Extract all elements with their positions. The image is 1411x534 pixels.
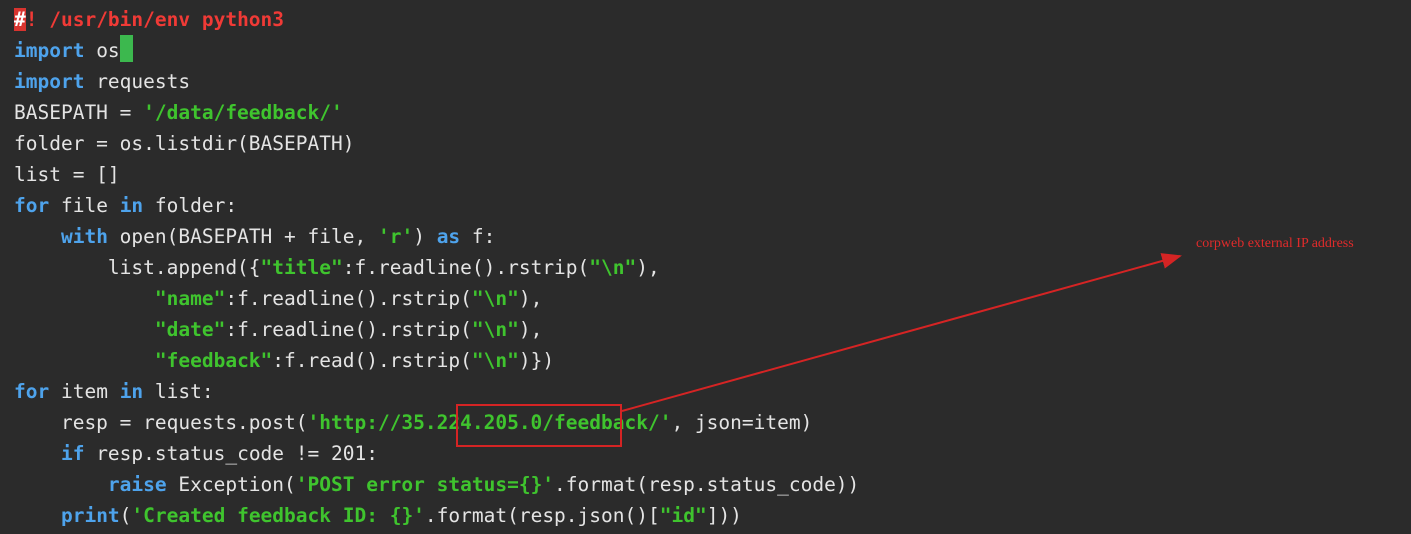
code-line: print('Created feedback ID: {}'.format(r… xyxy=(14,500,859,531)
annotation-label: corpweb external IP address xyxy=(1196,236,1354,251)
code-line: folder = os.listdir(BASEPATH) xyxy=(14,128,859,159)
code-line: import requests xyxy=(14,66,859,97)
code-line: list.append({"title":f.readline().rstrip… xyxy=(14,252,859,283)
code-token: "name" xyxy=(154,287,226,310)
code-token: :f.readline().rstrip( xyxy=(342,256,590,279)
code-line: "date":f.readline().rstrip("\n"), xyxy=(14,314,859,345)
code-token: file xyxy=(49,194,120,217)
code-token: "date" xyxy=(154,318,226,341)
code-line: #! /usr/bin/env python3 xyxy=(14,4,859,35)
code-token: import xyxy=(14,70,85,93)
ip-highlight-box xyxy=(456,404,622,447)
code-line: list = [] xyxy=(14,159,859,190)
code-token: open(BASEPATH + file, xyxy=(107,225,378,248)
code-token: resp = requests.post( xyxy=(14,411,308,434)
code-token: ) xyxy=(413,225,437,248)
code-token: "\n" xyxy=(471,287,519,310)
code-token: , json=item) xyxy=(671,411,813,434)
code-token: list = [] xyxy=(14,163,120,186)
code-token: .format(resp.status_code)) xyxy=(554,473,860,496)
code-token: print xyxy=(60,504,120,527)
code-token: folder = os.listdir(BASEPATH) xyxy=(14,132,355,155)
code-line: with open(BASEPATH + file, 'r') as f: xyxy=(14,221,859,252)
code-token: in xyxy=(119,380,144,403)
code-token: :f.read().rstrip( xyxy=(272,349,472,372)
code-token: )}) xyxy=(518,349,555,372)
code-token: "\n" xyxy=(471,349,519,372)
code-token: with xyxy=(60,225,108,248)
code-token: for xyxy=(14,380,50,403)
code-token: for xyxy=(14,194,50,217)
code-line: BASEPATH = '/data/feedback/' xyxy=(14,97,859,128)
code-token: list.append({ xyxy=(14,256,261,279)
code-line: if resp.status_code != 201: xyxy=(14,438,859,469)
code-token: BASEPATH = xyxy=(14,101,144,124)
code-line: resp = requests.post('http://35.224.205.… xyxy=(14,407,859,438)
code-token: ])) xyxy=(706,504,742,527)
code-token: :f.readline().rstrip( xyxy=(225,318,472,341)
code-token: folder: xyxy=(143,194,238,217)
code-line: for item in list: xyxy=(14,376,859,407)
code-token: ), xyxy=(636,256,660,279)
code-token: "feedback" xyxy=(154,349,273,372)
code-token: 'r' xyxy=(377,225,414,248)
code-token: item xyxy=(49,380,120,403)
code-token: ), xyxy=(518,318,543,341)
code-token: '/data/feedback/' xyxy=(143,101,343,124)
code-token: 'POST error status={}' xyxy=(295,473,555,496)
code-token: os xyxy=(84,39,120,62)
code-line: import os xyxy=(14,35,859,66)
code-line: "feedback":f.read().rstrip("\n")}) xyxy=(14,345,859,376)
code-token: requests xyxy=(84,70,191,93)
text-cursor xyxy=(119,35,133,62)
code-token: raise xyxy=(107,473,167,496)
code-token: 'Created feedback ID: {}' xyxy=(131,504,425,527)
code-token: f: xyxy=(460,225,496,248)
code-token: as xyxy=(436,225,461,248)
code-line: for file in folder: xyxy=(14,190,859,221)
code-line: raise Exception('POST error status={}'.f… xyxy=(14,469,859,500)
code-token: "\n" xyxy=(589,256,637,279)
code-token: "\n" xyxy=(471,318,519,341)
code-token: list: xyxy=(143,380,214,403)
code-token: Exception( xyxy=(166,473,296,496)
code-token: resp.status_code != 201: xyxy=(84,442,378,465)
terminal-editor[interactable]: #! /usr/bin/env python3 import os import r… xyxy=(0,0,1411,534)
code-token: in xyxy=(119,194,144,217)
code-token: .format(resp.json()[ xyxy=(424,504,660,527)
code-line: "name":f.readline().rstrip("\n"), xyxy=(14,283,859,314)
code-token: "title" xyxy=(260,256,343,279)
code-token: # xyxy=(14,8,26,31)
code-token: ), xyxy=(518,287,543,310)
code-token: if xyxy=(60,442,85,465)
code-token: ( xyxy=(119,504,132,527)
code-token: import xyxy=(14,39,85,62)
code-token: "id" xyxy=(659,504,707,527)
code-block[interactable]: #! /usr/bin/env python3 import os import r… xyxy=(14,4,859,531)
code-token: ! /usr/bin/env python3 xyxy=(25,8,285,31)
code-token: :f.readline().rstrip( xyxy=(225,287,472,310)
